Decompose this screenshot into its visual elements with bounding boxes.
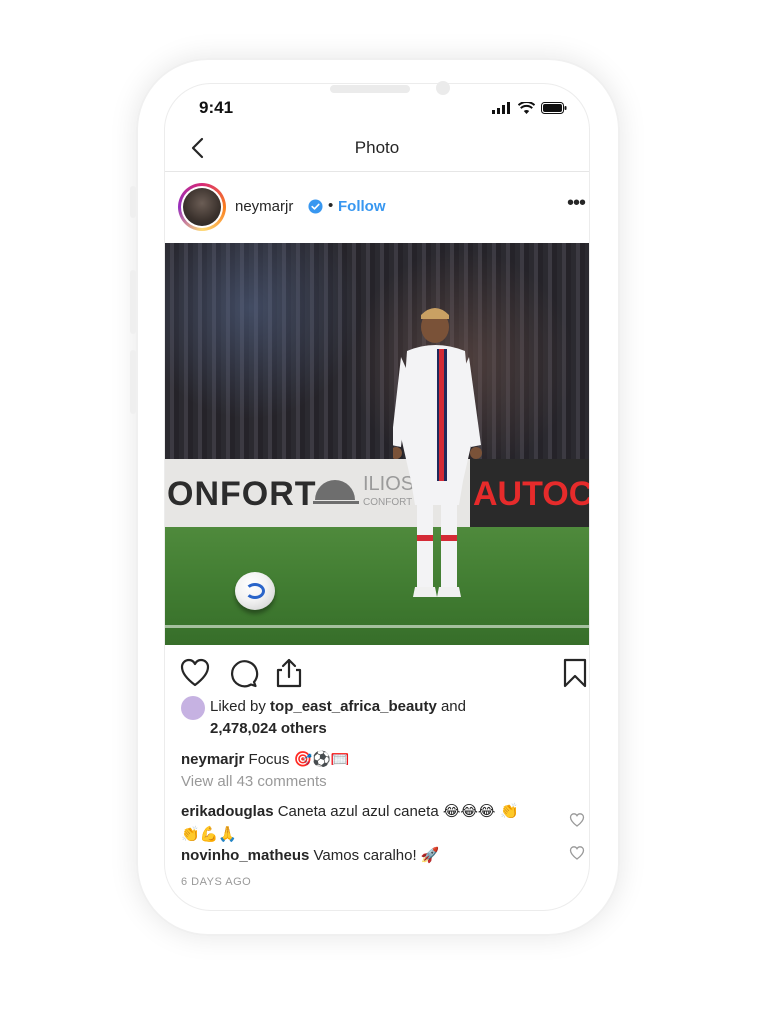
comment-emoji: 🚀 xyxy=(420,846,440,864)
comment-item: novinho_matheus Vamos caralho! 🚀 xyxy=(181,844,440,867)
bookmark-icon[interactable] xyxy=(559,657,589,689)
comment-username[interactable]: novinho_matheus xyxy=(181,847,309,864)
photo-crowd xyxy=(165,243,589,459)
comment-text: Caneta azul azul caneta xyxy=(273,803,443,820)
post-header: neymarjr • Follow ••• xyxy=(165,180,589,236)
heart-icon[interactable] xyxy=(179,657,211,689)
post-caption: neymarjr Focus 🎯⚽🥅 xyxy=(181,750,350,768)
caption-emoji: 🎯⚽🥅 xyxy=(293,750,350,768)
view-all-comments-link[interactable]: View all 43 comments xyxy=(181,773,327,790)
share-icon[interactable] xyxy=(273,657,305,689)
liker-avatar[interactable] xyxy=(181,696,205,720)
app-screen: 9:41 Photo neymarjr • Follow ••• ONFORT … xyxy=(165,84,589,910)
status-icons xyxy=(492,102,567,114)
liker-username[interactable]: top_east_africa_beauty xyxy=(270,698,437,715)
signal-icon xyxy=(492,102,510,114)
volume-down-button xyxy=(130,350,136,414)
liked-by-prefix: Liked by xyxy=(210,698,271,715)
mute-switch xyxy=(130,186,136,218)
action-bar xyxy=(165,653,589,693)
caption-text: Focus xyxy=(244,751,294,768)
verified-badge-icon xyxy=(308,199,323,214)
phone-camera xyxy=(436,81,450,95)
post-username[interactable]: neymarjr xyxy=(235,198,293,215)
comment-emoji: 😂😂😂 👏 xyxy=(442,802,519,820)
battery-icon xyxy=(541,102,567,114)
liked-by-text: Liked by top_east_africa_beauty and xyxy=(210,698,466,715)
avatar[interactable] xyxy=(178,183,226,231)
status-time: 9:41 xyxy=(199,98,234,117)
volume-up-button xyxy=(130,270,136,334)
soccer-ball-stripe xyxy=(245,583,265,599)
phone-speaker xyxy=(330,85,410,93)
post-photo[interactable]: ONFORT ILIOS CONFORT AUTOC xyxy=(165,243,589,645)
comment-like-heart-icon[interactable] xyxy=(569,845,585,861)
follow-button[interactable]: Follow xyxy=(338,198,386,215)
likes-others[interactable]: 2,478,024 others xyxy=(210,720,327,737)
ad-text-left: ONFORT xyxy=(167,475,317,513)
player-figure xyxy=(393,308,482,597)
liked-by-and: and xyxy=(436,698,466,715)
page-title: Photo xyxy=(354,138,400,157)
comment-icon[interactable] xyxy=(227,657,259,689)
comment-text: Vamos caralho! xyxy=(309,847,421,864)
more-options-icon[interactable]: ••• xyxy=(567,192,586,215)
top-navigation: Photo xyxy=(165,128,589,172)
comment-emoji-line2: 👏💪🙏 xyxy=(181,825,238,843)
post-timestamp: 6 DAYS AGO xyxy=(181,876,252,888)
comment-item: erikadouglas Caneta azul azul caneta 😂😂😂… xyxy=(181,800,561,846)
wifi-icon xyxy=(518,102,535,114)
pitch-line xyxy=(165,625,589,628)
likes-count[interactable]: 2,478,024 others xyxy=(210,720,327,737)
comment-like-heart-icon[interactable] xyxy=(569,812,585,828)
caption-username[interactable]: neymarjr xyxy=(181,751,244,768)
separator-dot: • xyxy=(328,197,334,214)
comment-username[interactable]: erikadouglas xyxy=(181,803,274,820)
ad-text-right: AUTOC xyxy=(473,475,589,513)
